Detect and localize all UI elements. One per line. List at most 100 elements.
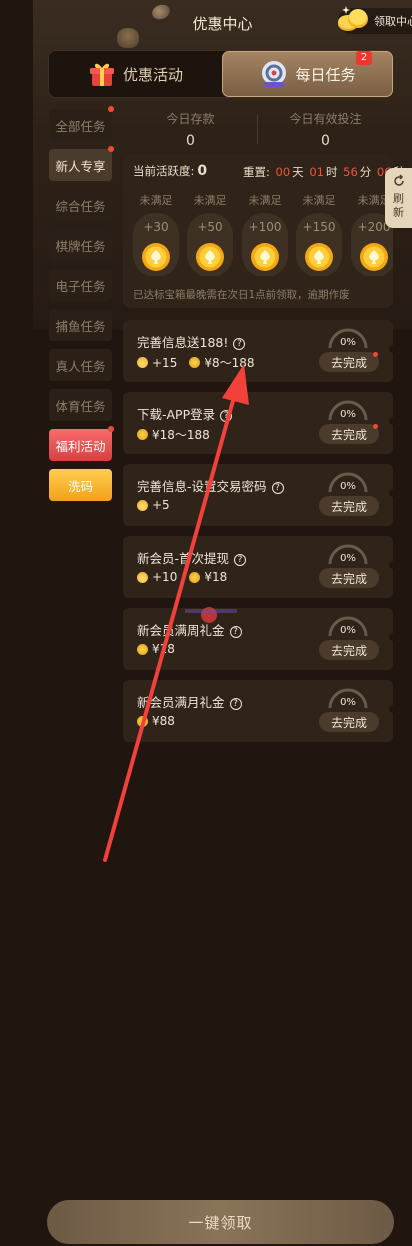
sidebar-item-label: 体育任务 bbox=[55, 398, 106, 414]
main-tabs: 优惠活动 每日任务 2 bbox=[48, 50, 393, 98]
activity-points-icon bbox=[137, 571, 148, 583]
task-rewards: +5 bbox=[137, 498, 170, 512]
activity-note: 已达标宝箱最晚需在次日1点前领取，逾期作废 bbox=[133, 289, 350, 301]
sidebar-item-label: 洗码 bbox=[67, 478, 93, 494]
reward-points: +15 bbox=[152, 355, 178, 370]
chest-50[interactable]: 未满足 +50 bbox=[187, 192, 233, 276]
chest-pill: +150 bbox=[296, 213, 342, 276]
task-title: 新会员满月礼金 bbox=[137, 695, 225, 710]
card-notch bbox=[389, 489, 397, 497]
sidebar-item-fishing[interactable]: 捕鱼任务 bbox=[49, 309, 112, 341]
deposit-stat: 今日存款 0 bbox=[123, 110, 258, 149]
tab-daily-tasks[interactable]: 每日任务 2 bbox=[222, 51, 393, 97]
progress-percent: 0% bbox=[340, 337, 356, 348]
sidebar-item-label: 全部任务 bbox=[55, 118, 106, 134]
gold-coin-icon bbox=[142, 243, 170, 271]
gold-coin-icon bbox=[196, 243, 224, 271]
go-complete-button[interactable]: 去完成 bbox=[319, 352, 379, 372]
reward-money: ¥18～188 bbox=[152, 428, 210, 442]
sidebar-item-welfare[interactable]: 福利活动 bbox=[49, 426, 114, 461]
task-card: 下载-APP登录? ¥18～188 0% 去完成 bbox=[123, 392, 397, 454]
go-complete-button[interactable]: 去完成 bbox=[319, 496, 379, 516]
sidebar-item-general[interactable]: 综合任务 bbox=[49, 189, 112, 221]
task-card: 新会员满月礼金? ¥88 0% 去完成 bbox=[123, 680, 397, 742]
reward-points: +10 bbox=[152, 570, 178, 584]
claim-all-button[interactable]: 一键领取 bbox=[47, 1200, 394, 1244]
notification-dot bbox=[373, 352, 378, 357]
bet-label: 今日有效投注 bbox=[289, 112, 362, 126]
task-card: 新会员满周礼金? ¥18 0% 去完成 bbox=[123, 608, 397, 670]
sidebar-item-sports[interactable]: 体育任务 bbox=[49, 389, 112, 421]
coins-icon bbox=[338, 6, 368, 31]
card-notch bbox=[389, 561, 397, 569]
minute-unit: 分 bbox=[359, 165, 372, 179]
chest-pill: +30 bbox=[133, 213, 179, 276]
gold-coin-icon bbox=[251, 243, 279, 271]
task-category-sidebar: 全部任务 新人专享 综合任务 棋牌任务 电子任务 捕鱼任务 真人任务 体育任务 … bbox=[49, 106, 114, 509]
chest-30[interactable]: 未满足 +30 bbox=[133, 192, 179, 276]
deposit-label: 今日存款 bbox=[166, 112, 215, 126]
progress-label-wrap: 0% bbox=[327, 686, 369, 710]
progress-percent: 0% bbox=[340, 553, 356, 564]
help-icon[interactable]: ? bbox=[233, 338, 246, 350]
sidebar-item-electronic[interactable]: 电子任务 bbox=[49, 269, 112, 301]
activity-level: 当前活跃度: 0 bbox=[133, 163, 207, 179]
reward-money: ¥88 bbox=[152, 714, 175, 728]
sidebar-item-newcomer[interactable]: 新人专享 bbox=[49, 146, 114, 181]
receive-center-button[interactable]: 领取中心 bbox=[338, 6, 412, 34]
task-rewards: +15 ¥8～188 bbox=[137, 354, 255, 371]
today-stats: 今日存款 0 今日有效投注 0 bbox=[123, 110, 393, 154]
sidebar-item-label: 新人专享 bbox=[55, 158, 106, 174]
task-title: 完善信息送188! bbox=[137, 335, 229, 350]
task-rewards: +10 ¥18 bbox=[137, 570, 227, 584]
help-icon[interactable]: ? bbox=[229, 626, 242, 638]
help-icon[interactable]: ? bbox=[271, 482, 284, 494]
chest-status: 未满足 bbox=[193, 194, 227, 207]
chest-150[interactable]: 未满足 +150 bbox=[296, 192, 342, 276]
card-notch bbox=[389, 705, 397, 713]
notification-dot bbox=[108, 146, 114, 152]
sidebar-item-all-tasks[interactable]: 全部任务 bbox=[49, 106, 114, 141]
progress-percent: 0% bbox=[340, 625, 356, 636]
sidebar-item-label: 棋牌任务 bbox=[55, 238, 106, 254]
progress-percent: 0% bbox=[340, 697, 356, 708]
sidebar-item-label: 真人任务 bbox=[55, 358, 106, 374]
go-complete-button[interactable]: 去完成 bbox=[319, 424, 379, 444]
go-complete-button[interactable]: 去完成 bbox=[319, 712, 379, 732]
activity-value: 0 bbox=[197, 163, 208, 179]
chest-status: 未满足 bbox=[302, 194, 336, 207]
bet-value: 0 bbox=[321, 133, 330, 149]
task-card: 完善信息-设置交易密码? +5 0% 去完成 bbox=[123, 464, 397, 526]
sidebar-item-live[interactable]: 真人任务 bbox=[49, 349, 112, 381]
header: 优惠中心 领取中心 bbox=[33, 0, 412, 48]
reward-points: +5 bbox=[152, 498, 170, 512]
sidebar-item-rebate[interactable]: 洗码 bbox=[49, 469, 112, 501]
task-name: 下载-APP登录? bbox=[137, 404, 233, 423]
refresh-label: 刷新 bbox=[393, 192, 404, 219]
task-rewards: ¥18 bbox=[137, 642, 175, 656]
deposit-value: 0 bbox=[186, 133, 195, 149]
card-notch bbox=[389, 417, 397, 425]
chest-100[interactable]: 未满足 +100 bbox=[242, 192, 288, 276]
refresh-button[interactable]: 刷新 bbox=[385, 168, 412, 228]
go-complete-button[interactable]: 去完成 bbox=[319, 568, 379, 588]
gold-coin-icon bbox=[137, 429, 148, 440]
help-icon[interactable]: ? bbox=[220, 410, 233, 422]
target-icon bbox=[262, 61, 287, 87]
reset-countdown: 重置: 00天 01时 56分 06秒 bbox=[243, 164, 405, 180]
countdown-minutes: 56 bbox=[343, 165, 358, 179]
tab-promotions[interactable]: 优惠活动 bbox=[49, 51, 221, 97]
task-name: 新会员满月礼金? bbox=[137, 692, 242, 711]
sidebar-item-chess-cards[interactable]: 棋牌任务 bbox=[49, 229, 112, 261]
tab-promotions-label: 优惠活动 bbox=[122, 65, 183, 84]
refresh-icon bbox=[393, 174, 404, 186]
bet-stat: 今日有效投注 0 bbox=[258, 110, 393, 149]
chest-row: 未满足 +30 未满足 +50 未满足 +100 未满足 +150 未满足 +2… bbox=[133, 192, 393, 276]
help-icon[interactable]: ? bbox=[234, 554, 247, 566]
go-complete-button[interactable]: 去完成 bbox=[319, 640, 379, 660]
progress-label-wrap: 0% bbox=[327, 542, 369, 566]
activity-label: 当前活跃度: bbox=[133, 164, 195, 178]
activity-points-icon bbox=[137, 357, 148, 368]
gold-coin-icon bbox=[137, 715, 148, 727]
help-icon[interactable]: ? bbox=[229, 698, 242, 710]
